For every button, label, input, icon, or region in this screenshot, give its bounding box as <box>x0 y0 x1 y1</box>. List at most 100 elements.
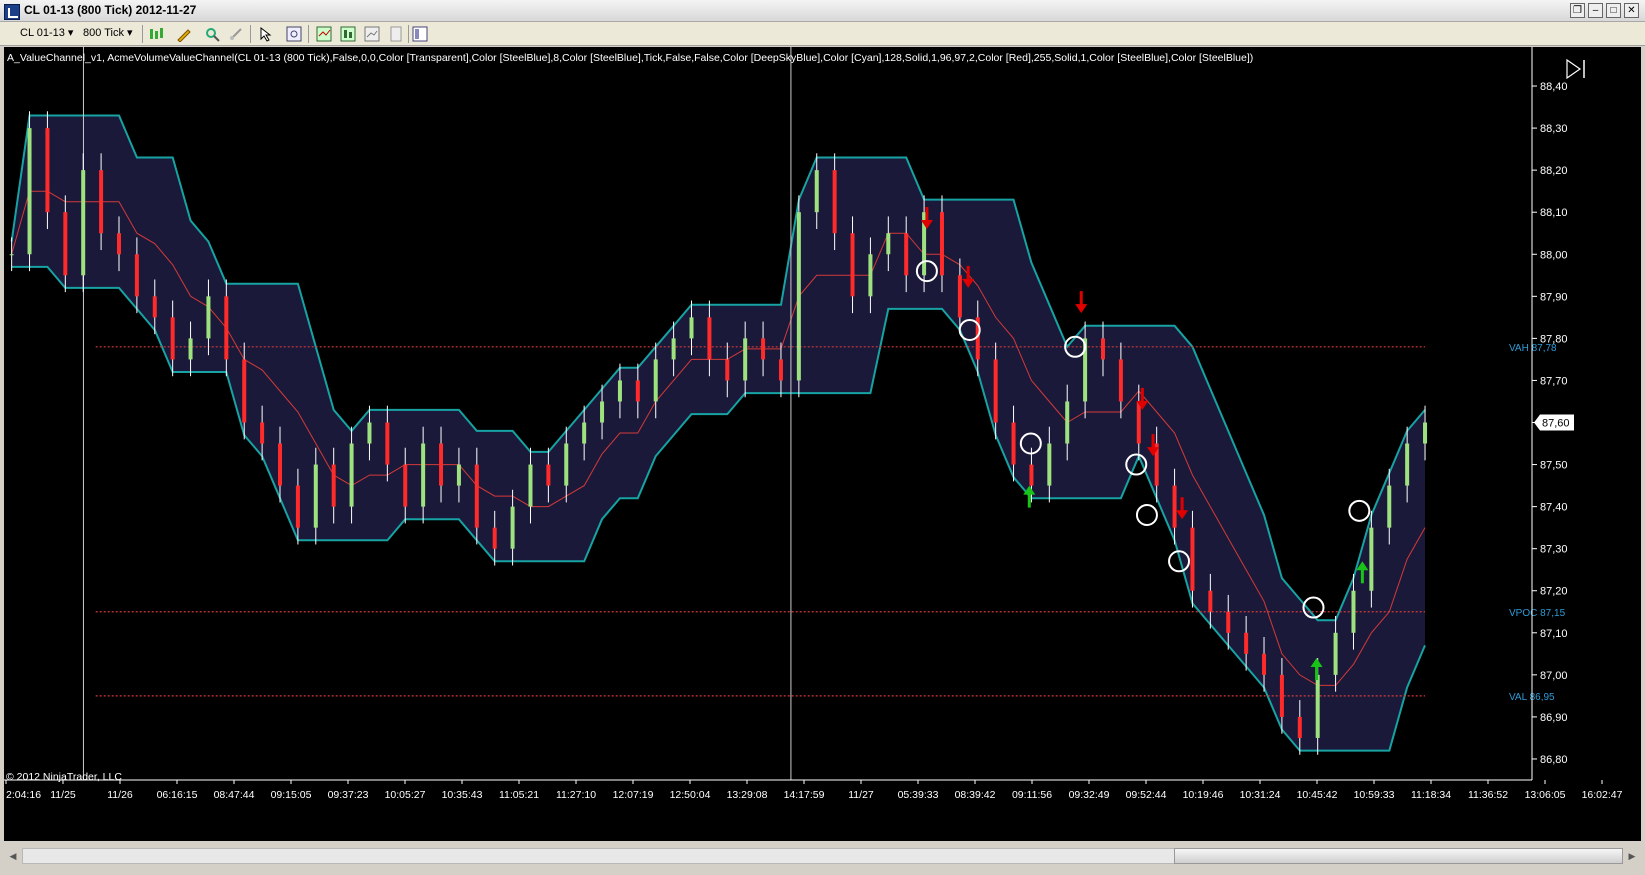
x-tick-label: 08:47:44 <box>214 789 255 801</box>
candle-body <box>188 338 193 360</box>
instrument-label: CL 01-13 <box>20 27 65 39</box>
x-tick-label: 11/25 <box>50 789 76 801</box>
y-tick-label: 86,90 <box>1540 712 1568 724</box>
arrow-head <box>1075 304 1088 314</box>
candle-body <box>9 254 14 256</box>
y-tick-label: 87,10 <box>1540 628 1568 640</box>
window-titlebar: CL 01-13 (800 Tick) 2012-11-27 ❐ – □ ✕ <box>0 0 1645 22</box>
restore-button[interactable]: ❐ <box>1570 3 1585 18</box>
candle-body <box>1369 527 1374 591</box>
x-tick-label: 09:37:23 <box>328 789 369 801</box>
x-tick-label: 13:06:05 <box>1525 789 1566 801</box>
templates-icon[interactable] <box>388 26 404 42</box>
candle-body <box>1172 485 1177 528</box>
strategies-icon[interactable] <box>340 26 356 42</box>
candle-body <box>1351 590 1356 633</box>
x-tick-label: 12:07:19 <box>613 789 654 801</box>
data-box-icon[interactable] <box>364 26 380 42</box>
pencil-draw-icon[interactable] <box>176 26 192 43</box>
toolbar-divider <box>308 25 309 43</box>
instrument-selector[interactable]: CL 01-13 ▾ <box>20 26 73 42</box>
candle-body <box>1244 632 1249 654</box>
copyright-text: © 2012 NinjaTrader, LLC <box>6 771 122 783</box>
candle-body <box>1262 653 1267 675</box>
candle-body <box>206 296 211 339</box>
x-tick-label: 11/26 <box>107 789 133 801</box>
candle-body <box>993 359 998 423</box>
candle-body <box>1279 674 1284 717</box>
candle-body <box>904 233 909 276</box>
scroll-left-icon[interactable]: ◀ <box>5 848 21 864</box>
x-tick-label: 10:59:33 <box>1354 789 1395 801</box>
candle-body <box>421 443 426 507</box>
candle-body <box>886 233 891 255</box>
candle-body <box>796 212 801 381</box>
panel-toggle-icon[interactable] <box>1566 58 1585 80</box>
y-tick-label: 88,20 <box>1540 165 1568 177</box>
candle-body <box>45 128 50 213</box>
toolbar-divider <box>408 25 409 43</box>
candle-body <box>367 422 372 444</box>
chart-toolbar: CL 01-13 ▾ 800 Tick ▾ <box>0 22 1645 46</box>
candle-body <box>1011 422 1016 465</box>
candle-body <box>134 254 139 297</box>
x-tick-label: 05:39:33 <box>898 789 939 801</box>
chart-svg[interactable]: VAH 87,78VPOC 87,15VAL 86,95 88,4088,308… <box>4 47 1641 841</box>
minimize-button[interactable]: – <box>1588 3 1603 18</box>
y-tick-label: 88,00 <box>1540 249 1568 261</box>
candle-body <box>492 527 497 549</box>
candle-body <box>260 422 265 444</box>
y-tick-label: 88,40 <box>1540 81 1568 93</box>
x-tick-label: 11:18:34 <box>1411 789 1451 801</box>
candle-body <box>653 359 658 402</box>
candle-body <box>474 464 479 528</box>
signal-circle <box>1135 504 1158 527</box>
scroll-right-icon[interactable]: ▶ <box>1624 848 1640 864</box>
candle-body <box>510 506 515 549</box>
y-tick-label: 88,30 <box>1540 123 1568 135</box>
candle-body <box>1333 632 1338 675</box>
period-label: 800 Tick <box>83 27 124 39</box>
x-tick-label: 09:15:05 <box>271 789 312 801</box>
candle-body <box>1136 401 1141 444</box>
candle-body <box>403 464 408 507</box>
candle-body <box>1297 716 1302 738</box>
y-tick-label: 86,80 <box>1540 754 1568 766</box>
chart-trader-icon[interactable] <box>412 26 428 42</box>
indicators-icon[interactable] <box>316 26 332 42</box>
candle-body <box>1100 338 1105 360</box>
candle-body <box>313 464 318 528</box>
candle-body <box>689 317 694 339</box>
candle-body <box>617 380 622 402</box>
sell-arrow-icon <box>1075 291 1088 314</box>
price-chart[interactable]: VAH 87,78 VPOC 87,15 VAL 86,95 88,40 88,30 8… <box>4 47 1641 841</box>
candle-body <box>582 422 587 444</box>
horizontal-scrollbar[interactable]: ◀ ▶ <box>4 841 1641 871</box>
candle-body <box>242 359 247 423</box>
candle-body <box>349 443 354 507</box>
y-tick-label: 87,40 <box>1540 502 1568 514</box>
maximize-button[interactable]: □ <box>1606 3 1621 18</box>
candle-body <box>1029 464 1034 486</box>
scrollbar-thumb[interactable] <box>1174 848 1623 864</box>
close-button[interactable]: ✕ <box>1624 3 1639 18</box>
period-selector[interactable]: 800 Tick ▾ <box>83 26 133 42</box>
candle-body <box>385 422 390 465</box>
y-tick-label: 87,90 <box>1540 291 1568 303</box>
x-tick-label: 10:45:42 <box>1297 789 1338 801</box>
pointer-icon[interactable] <box>258 26 274 42</box>
chevron-down-icon: ▾ <box>67 27 74 39</box>
candle-body <box>116 233 121 255</box>
x-tick-label: 12:50:04 <box>670 789 711 801</box>
properties-icon[interactable] <box>228 26 244 42</box>
zoom-icon[interactable] <box>204 26 220 42</box>
bar-style-icon[interactable] <box>148 26 164 42</box>
candle-body <box>224 296 229 360</box>
x-tick-label: 09:32:49 <box>1069 789 1110 801</box>
indicator-description: A_ValueChannel_v1, AcmeVolumeValueChanne… <box>7 52 1253 64</box>
crosshair-icon[interactable] <box>286 26 302 42</box>
candle-body <box>868 254 873 297</box>
y-tick-label: 88,10 <box>1540 207 1568 219</box>
candle-body <box>939 212 944 276</box>
candle-body <box>1065 401 1070 444</box>
